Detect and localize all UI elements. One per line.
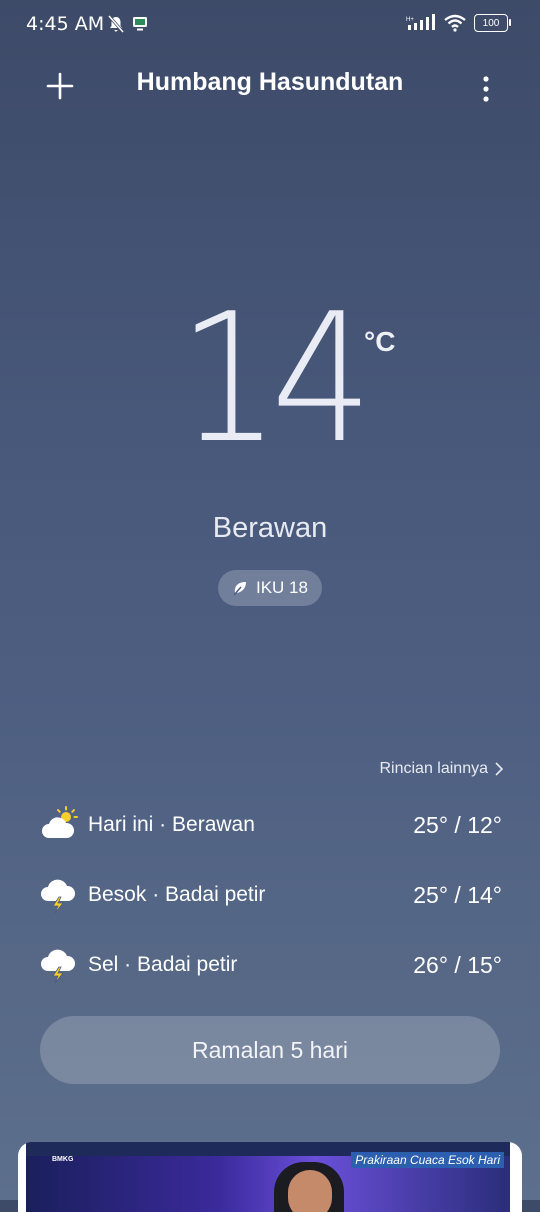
thunderstorm-icon (41, 949, 76, 984)
video-thumbnail: BMKG Prakiraan Cuaca Esok Hari (26, 1142, 510, 1212)
more-details-label: Rincian lainnya (379, 760, 488, 777)
forecast-row-tomorrow[interactable]: Besok · Badai petir 25° / 14° (40, 860, 502, 930)
status-bar: 4:45 AM H+ 100 (0, 0, 540, 52)
status-time: 4:45 AM (26, 13, 105, 35)
temperature-value: 14 (178, 275, 373, 482)
status-notification-icons (108, 15, 148, 33)
current-temperature: 14 °C (0, 290, 540, 490)
forecast-row-today[interactable]: Hari ini · Berawan 25° / 12° (40, 790, 502, 860)
temperature-unit: °C (364, 326, 396, 357)
forecast-temps: 26° / 15° (413, 951, 502, 978)
weather-video-card[interactable]: BMKG Prakiraan Cuaca Esok Hari (18, 1142, 522, 1212)
five-day-forecast-button[interactable]: Ramalan 5 hari (40, 1016, 500, 1084)
status-system-icons: H+ 100 (406, 14, 511, 32)
more-vertical-icon (483, 76, 489, 102)
battery-level: 100 (482, 17, 500, 29)
battery-icon: 100 (474, 14, 511, 32)
forecast-label: Sel · Badai petir (88, 953, 238, 976)
city-title: Humbang Hasundutan (136, 68, 404, 96)
network-type-label: H+ (406, 17, 414, 23)
presenter-face (288, 1170, 332, 1212)
leaf-icon (233, 582, 246, 596)
current-condition: Berawan (212, 512, 328, 544)
top-app-bar: Humbang Hasundutan (0, 58, 540, 110)
bell-muted-icon (108, 15, 124, 33)
forecast-list: Hari ini · Berawan 25° / 12° Besok · Bad… (40, 790, 502, 1000)
more-options-button[interactable] (474, 64, 498, 104)
forecast-temps: 25° / 14° (413, 881, 502, 908)
forecast-temps: 25° / 12° (413, 811, 502, 838)
aqi-badge[interactable]: IKU 18 (218, 570, 322, 606)
partly-cloudy-icon (42, 806, 78, 838)
forecast-row-tuesday[interactable]: Sel · Badai petir 26° / 15° (40, 930, 502, 1000)
screen-cast-icon (133, 17, 147, 31)
aqi-label: IKU 18 (256, 578, 308, 597)
video-brand-logo: BMKG (52, 1156, 74, 1163)
chevron-right-icon (495, 762, 504, 776)
forecast-label: Hari ini · Berawan (88, 813, 255, 836)
more-details-link[interactable]: Rincian lainnya (379, 760, 504, 778)
video-title: Prakiraan Cuaca Esok Hari (351, 1152, 504, 1168)
forecast-label: Besok · Badai petir (88, 883, 266, 906)
thunderstorm-icon (41, 879, 76, 914)
signal-icon: H+ (406, 14, 435, 30)
wifi-icon (444, 14, 466, 32)
